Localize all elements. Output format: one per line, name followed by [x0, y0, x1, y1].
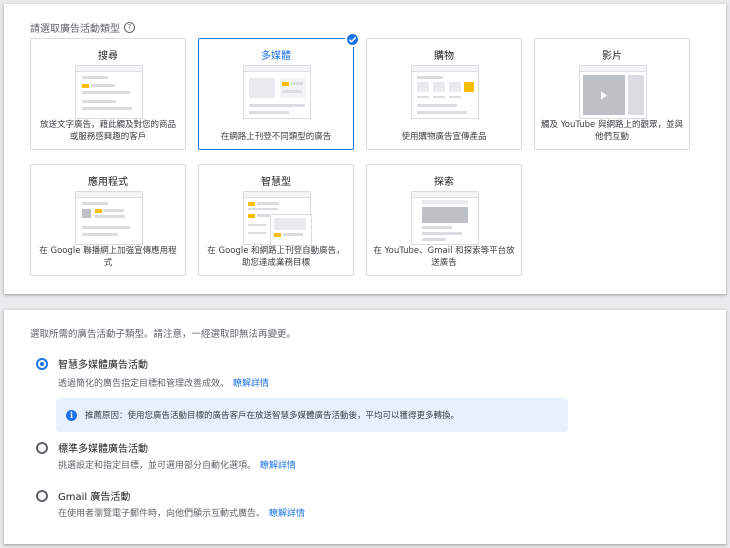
discovery-thumbnail-icon [411, 191, 479, 245]
option-smart-display[interactable]: 智慧多媒體廣告活動 [36, 356, 148, 371]
recommendation-text: 推薦原因：使用您廣告活動目標的廣告客戶在放送智慧多媒體廣告活動後，平均可以獲得更… [85, 411, 460, 421]
option-label: 智慧多媒體廣告活動 [58, 360, 148, 371]
tile-title: 影片 [602, 51, 622, 62]
info-icon: i [66, 409, 77, 421]
shopping-thumbnail-icon [411, 65, 479, 119]
tile-discovery[interactable]: 探索 在 YouTube、Gmail 和探索等平台放送廣告 [366, 164, 522, 276]
learn-more-link[interactable]: 瞭解詳情 [260, 461, 296, 471]
tile-smart[interactable]: 智慧型 在 Google 和網路上刊登自動廣告，助您達成業務目標 [198, 164, 354, 276]
search-thumbnail-icon [75, 65, 143, 119]
campaign-type-title: 請選取廣告活動類型 [30, 24, 120, 35]
learn-more-link[interactable]: 瞭解詳情 [233, 379, 269, 389]
option-desc-text: 在使用者瀏覽電子郵件時，向他們顯示互動式廣告。 [58, 509, 266, 519]
option-label: 標準多媒體廣告活動 [58, 444, 148, 455]
smart-thumbnail-icon [243, 191, 312, 246]
option-description: 在使用者瀏覽電子郵件時，向他們顯示互動式廣告。 瞭解詳情 [58, 506, 305, 519]
tile-app[interactable]: 應用程式 在 Google 聯播網上加強宣傳應用程式 [30, 164, 186, 276]
campaign-type-heading: 請選取廣告活動類型 ? [30, 20, 135, 35]
tile-title: 購物 [434, 51, 454, 62]
tile-title: 搜尋 [98, 51, 118, 62]
tile-title: 多媒體 [261, 51, 291, 62]
option-label: Gmail 廣告活動 [58, 492, 131, 503]
radio-button-selected[interactable] [36, 357, 48, 370]
display-thumbnail-icon [243, 65, 311, 119]
campaign-subtype-card: 選取所需的廣告活動子類型。請注意，一經選取即無法再變更。 智慧多媒體廣告活動 透… [4, 310, 726, 544]
tile-search[interactable]: 搜尋 放送文字廣告，藉此觸及對您的商品或服務感興趣的客戶 [30, 38, 186, 150]
option-gmail[interactable]: Gmail 廣告活動 [36, 488, 130, 503]
option-description: 透過簡化的廣告指定目標和管理改善成效。 瞭解詳情 [58, 376, 269, 389]
tile-title: 應用程式 [88, 177, 128, 188]
tile-video[interactable]: 影片 觸及 YouTube 與網路上的觀眾，並與他們互動 [534, 38, 690, 150]
tile-title: 智慧型 [261, 177, 291, 188]
tile-desc: 放送文字廣告，藉此觸及對您的商品或服務感興趣的客戶 [39, 120, 176, 142]
learn-more-link[interactable]: 瞭解詳情 [269, 509, 305, 519]
radio-button[interactable] [36, 489, 48, 502]
tile-desc: 在網路上刊登不同類型的廣告 [220, 132, 332, 142]
tile-desc: 在 Google 聯播網上加強宣傳應用程式 [39, 246, 177, 268]
option-desc-text: 挑選設定和指定目標，並可選用部分自動化選項。 [58, 461, 257, 471]
question-circle-icon[interactable]: ? [124, 22, 135, 33]
tile-desc: 在 YouTube、Gmail 和探索等平台放送廣告 [373, 246, 515, 268]
tile-display[interactable]: 多媒體 在網路上刊登不同類型的廣告 [198, 32, 360, 150]
app-thumbnail-icon [75, 191, 143, 245]
tile-desc: 在 Google 和網路上刊登自動廣告，助您達成業務目標 [207, 246, 345, 268]
option-description: 挑選設定和指定目標，並可選用部分自動化選項。 瞭解詳情 [58, 458, 296, 471]
tile-desc: 觸及 YouTube 與網路上的觀眾，並與他們互動 [541, 120, 683, 142]
recommendation-info-box: i 推薦原因：使用您廣告活動目標的廣告客戶在放送智慧多媒體廣告活動後，平均可以獲… [56, 398, 568, 432]
option-standard-display[interactable]: 標準多媒體廣告活動 [36, 440, 148, 455]
check-circle-icon [345, 32, 360, 47]
tile-desc: 使用購物廣告宣傳產品 [401, 132, 487, 142]
tile-title: 探索 [434, 177, 454, 188]
campaign-type-card: 請選取廣告活動類型 ? 搜尋 放送文字廣告，藉此觸及對您的商品或服務感興趣的客戶… [4, 4, 726, 294]
subtype-heading: 選取所需的廣告活動子類型。請注意，一經選取即無法再變更。 [30, 329, 297, 340]
option-desc-text: 透過簡化的廣告指定目標和管理改善成效。 [58, 379, 230, 389]
video-thumbnail-icon [579, 65, 647, 119]
radio-button[interactable] [36, 441, 48, 454]
tile-shopping[interactable]: 購物 使用購物廣告宣傳產品 [366, 38, 522, 150]
